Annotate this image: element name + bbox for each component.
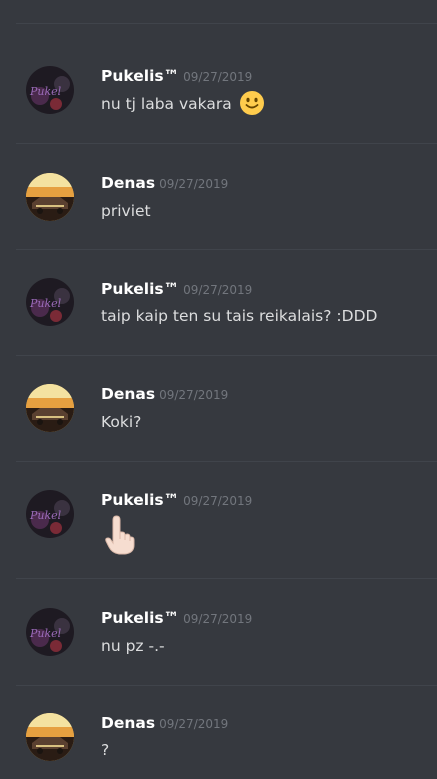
message-text: ?	[101, 741, 110, 759]
message-content: ?	[101, 739, 109, 761]
timestamp: 09/27/2019	[183, 612, 253, 626]
message-content: nu tj laba vakara	[101, 90, 265, 116]
svg-text:Pukel: Pukel	[29, 85, 62, 98]
timestamp: 09/27/2019	[159, 717, 229, 731]
timestamp: 09/27/2019	[183, 494, 253, 508]
message-divider	[16, 355, 437, 356]
chat-message-list: Pukel Pukelis™ 09/27/2019 nu tj laba vaka…	[0, 0, 437, 779]
message-content: priviet	[101, 200, 151, 222]
message-divider	[16, 461, 437, 462]
message-divider	[16, 578, 437, 579]
author-name[interactable]: Denas	[101, 385, 155, 403]
message-header: Pukelis™ 09/27/2019	[101, 608, 252, 629]
message-text: nu pz -.-	[101, 637, 165, 655]
avatar-denas[interactable]	[26, 384, 74, 432]
avatar-denas[interactable]	[26, 713, 74, 761]
message-header: Pukelis™ 09/27/2019	[101, 490, 252, 511]
author-name[interactable]: Pukelis™	[101, 609, 179, 627]
message-divider	[16, 685, 437, 686]
timestamp: 09/27/2019	[183, 283, 253, 297]
message-header: Denas 09/27/2019	[101, 173, 228, 194]
timestamp: 09/27/2019	[159, 177, 229, 191]
svg-text:Pukel: Pukel	[29, 509, 62, 522]
point-up-hand-icon	[101, 514, 139, 556]
message-content: nu pz -.-	[101, 635, 165, 657]
message-text: taip kaip ten su tais reikalais? :DDD	[101, 307, 378, 325]
message-divider	[16, 143, 437, 144]
message-text: priviet	[101, 202, 151, 220]
author-name[interactable]: Pukelis™	[101, 67, 179, 85]
message-header: Pukelis™ 09/27/2019	[101, 66, 252, 87]
author-name[interactable]: Denas	[101, 174, 155, 192]
timestamp: 09/27/2019	[159, 388, 229, 402]
message-text: Koki?	[101, 413, 142, 431]
message-header: Denas 09/27/2019	[101, 713, 228, 734]
svg-text:Pukel: Pukel	[29, 297, 62, 310]
author-name[interactable]: Pukelis™	[101, 491, 179, 509]
timestamp: 09/27/2019	[183, 70, 253, 84]
author-name[interactable]: Denas	[101, 714, 155, 732]
author-name[interactable]: Pukelis™	[101, 280, 179, 298]
message-content: taip kaip ten su tais reikalais? :DDD	[101, 305, 377, 327]
avatar-pukelis[interactable]: Pukel	[26, 490, 74, 538]
slightly-smiling-face-icon	[239, 90, 265, 116]
avatar-denas[interactable]	[26, 173, 74, 221]
message-header: Denas 09/27/2019	[101, 384, 228, 405]
svg-text:Pukel: Pukel	[29, 627, 62, 640]
message-header: Pukelis™ 09/27/2019	[101, 279, 252, 300]
avatar-pukelis[interactable]: Pukel	[26, 278, 74, 326]
message-divider	[16, 249, 437, 250]
avatar-pukelis[interactable]: Pukel	[26, 66, 74, 114]
message-divider	[16, 23, 437, 24]
avatar-pukelis[interactable]: Pukel	[26, 608, 74, 656]
message-content: Koki?	[101, 411, 141, 433]
message-text: nu tj laba vakara	[101, 95, 232, 113]
